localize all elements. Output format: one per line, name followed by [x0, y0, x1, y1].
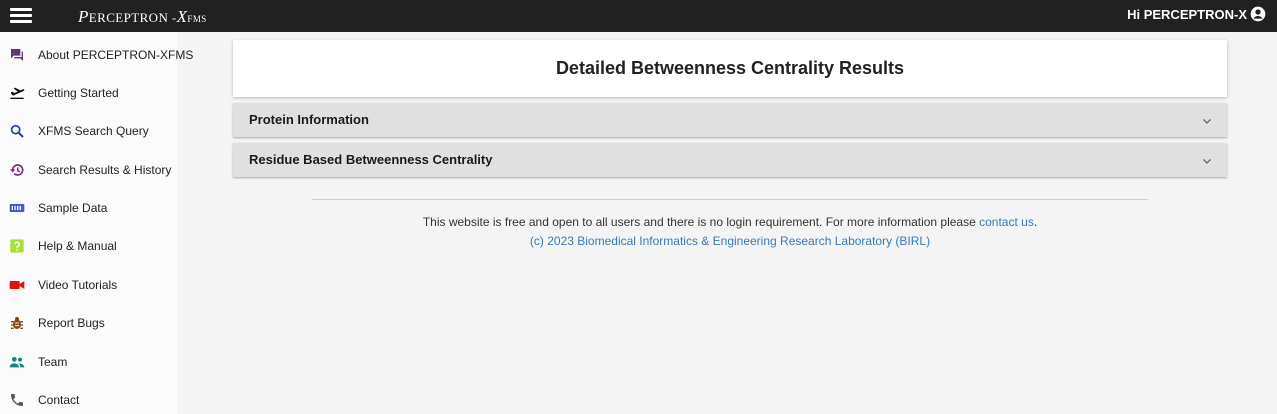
- sidebar-item-label: Video Tutorials: [38, 278, 118, 292]
- storage-icon: [9, 204, 25, 212]
- sidebar-item-search-query[interactable]: XFMS Search Query: [0, 116, 177, 146]
- footer-text: This website is free and open to all use…: [422, 215, 980, 229]
- sidebar-item-report-bugs[interactable]: Report Bugs: [0, 308, 177, 338]
- sidebar: About PERCEPTRON-XFMS Getting Started XF…: [0, 32, 193, 414]
- account-circle-icon: [1250, 6, 1266, 22]
- history-icon: [10, 164, 24, 176]
- sidebar-item-about[interactable]: About PERCEPTRON-XFMS: [0, 40, 193, 70]
- footer-divider: [312, 199, 1148, 200]
- team-icon: [9, 357, 25, 368]
- bug-icon: [11, 317, 23, 329]
- panel-title: Protein Information: [249, 112, 369, 127]
- chevron-down-icon: [1203, 159, 1211, 164]
- help-icon: [10, 239, 24, 253]
- sidebar-item-label: About PERCEPTRON-XFMS: [38, 48, 194, 62]
- sidebar-item-video-tutorials[interactable]: Video Tutorials: [0, 270, 177, 300]
- residue-betweenness-panel[interactable]: Residue Based Betweenness Centrality: [233, 143, 1227, 177]
- page-title: Detailed Betweenness Centrality Results: [555, 58, 905, 78]
- sidebar-item-team[interactable]: Team: [0, 347, 177, 377]
- airplane-takeoff-icon: [10, 87, 25, 99]
- sidebar-item-label: Contact: [38, 393, 80, 407]
- panel-title: Residue Based Betweenness Centrality: [249, 152, 493, 167]
- footer-period: .: [1033, 215, 1038, 229]
- contact-us-link[interactable]: contact us: [979, 215, 1034, 229]
- search-icon: [10, 124, 24, 138]
- user-menu[interactable]: Hi PERCEPTRON-X: [1127, 6, 1266, 22]
- chevron-down-icon: [1203, 119, 1211, 124]
- sidebar-item-label: Help & Manual: [38, 239, 117, 253]
- sidebar-item-label: Getting Started: [38, 86, 119, 100]
- chat-icon: [11, 49, 23, 61]
- video-camera-icon: [9, 281, 25, 289]
- sidebar-item-help-manual[interactable]: Help & Manual: [0, 231, 177, 261]
- copyright-link[interactable]: (c) 2023 Biomedical Informatics & Engine…: [233, 234, 1227, 248]
- sidebar-item-label: XFMS Search Query: [38, 124, 149, 138]
- sidebar-item-label: Sample Data: [38, 201, 108, 215]
- results-title-card: Detailed Betweenness Centrality Results: [233, 40, 1227, 97]
- hamburger-menu-icon[interactable]: [10, 6, 34, 26]
- top-app-bar: PERCEPTRON -XFMS Hi PERCEPTRON-X: [0, 0, 1277, 32]
- phone-icon: [11, 394, 23, 406]
- sidebar-item-label: Team: [38, 355, 68, 369]
- user-greeting: Hi PERCEPTRON-X: [1127, 6, 1247, 22]
- sidebar-item-search-history[interactable]: Search Results & History: [0, 155, 177, 185]
- sidebar-item-contact[interactable]: Contact: [0, 385, 177, 414]
- protein-information-panel[interactable]: Protein Information: [233, 103, 1227, 137]
- logo-letter: P: [78, 7, 89, 26]
- sidebar-item-getting-started[interactable]: Getting Started: [0, 78, 177, 108]
- logo-x: X: [176, 7, 188, 26]
- footer-info: This website is free and open to all use…: [233, 215, 1227, 229]
- app-logo[interactable]: PERCEPTRON -XFMS: [78, 7, 207, 27]
- logo-suffix: FMS: [187, 14, 207, 24]
- logo-text: ERCEPTRON -: [88, 10, 177, 25]
- sidebar-item-label: Search Results & History: [38, 163, 172, 177]
- sidebar-item-label: Report Bugs: [38, 316, 105, 330]
- sidebar-item-sample-data[interactable]: Sample Data: [0, 193, 177, 223]
